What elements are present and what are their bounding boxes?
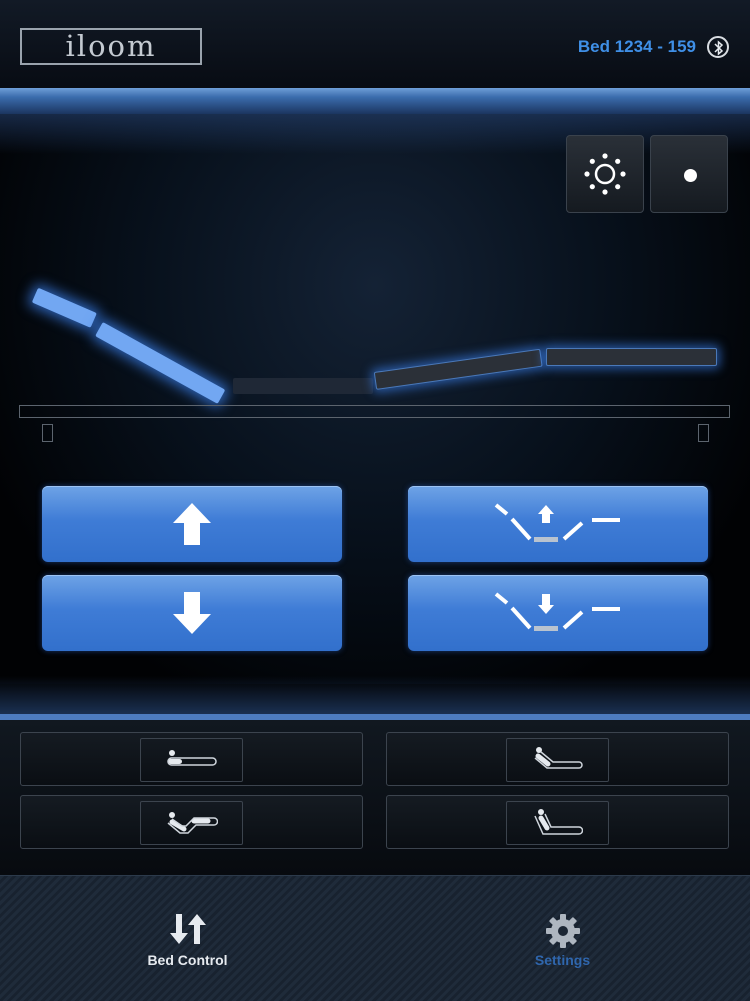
bed-foot-section	[546, 348, 717, 366]
bed-control-icon	[169, 914, 206, 944]
preset-flat-button[interactable]	[20, 732, 363, 786]
preset-sit-button[interactable]	[386, 732, 729, 786]
lower-glow	[0, 676, 750, 718]
bluetooth-icon[interactable]	[707, 36, 729, 58]
bed-leg-left	[42, 424, 53, 442]
preset-upright-button[interactable]	[386, 795, 729, 849]
preset-sit-frame	[506, 738, 609, 782]
tab-bed-control[interactable]: Bed Control	[0, 876, 375, 1001]
bed-leg-right	[698, 424, 709, 442]
preset-flat-frame	[140, 738, 243, 782]
bed-up-icon	[494, 503, 620, 542]
bed-up-button[interactable]	[408, 486, 708, 562]
gear-icon	[545, 914, 580, 948]
lower-button[interactable]	[42, 575, 342, 651]
iloom-logo: iloom	[20, 28, 202, 65]
bed-down-icon	[494, 592, 620, 631]
bed-base-frame	[19, 405, 730, 418]
raise-button[interactable]	[42, 486, 342, 562]
tab-settings[interactable]: Settings	[375, 876, 750, 1001]
bed-id-label: Bed 1234 - 159	[577, 37, 696, 56]
bed-down-button[interactable]	[408, 575, 708, 651]
preset-upright-icon	[533, 809, 583, 835]
bed-seat-section	[233, 378, 373, 394]
preset-upright-frame	[506, 801, 609, 845]
preset-sit-icon	[534, 747, 583, 769]
arrow-up-icon	[173, 503, 211, 545]
light-icon	[584, 153, 626, 195]
tab-bed-control-label: Bed Control	[147, 952, 228, 968]
preset-zero-gravity-frame	[140, 801, 243, 845]
preset-zero-gravity-icon	[167, 812, 218, 834]
dot-icon	[684, 169, 697, 182]
preset-flat-icon	[166, 750, 217, 766]
arrow-down-icon	[173, 592, 211, 634]
tab-bar: Bed Control Settings	[0, 875, 750, 1001]
header-band	[0, 88, 750, 114]
preset-zero-gravity-button[interactable]	[20, 795, 363, 849]
tab-settings-label: Settings	[534, 952, 591, 968]
dot-button[interactable]	[650, 135, 728, 213]
app-header: iloom Bed 1234 - 159	[0, 0, 750, 92]
light-button[interactable]	[566, 135, 644, 213]
